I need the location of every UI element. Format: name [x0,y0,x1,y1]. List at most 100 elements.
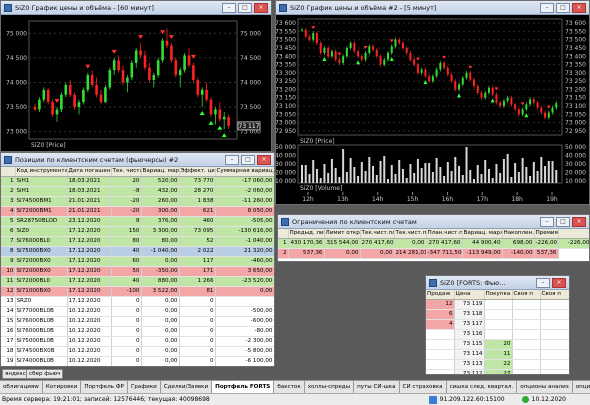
workspace-tab[interactable]: Сделки/Заявки [160,381,213,393]
chart-window-5min[interactable]: SiZ0 График цены и объёма #2 - [5 минут]… [275,0,590,205]
table-row[interactable]: 12 SI71000BX0 17.12.2020 -100 3 522,00 81 0,00 [1,286,274,297]
workspace-tab[interactable]: путы СИ-шка [354,381,400,393]
table-row[interactable]: 7 SI76000BL0 17.12.2020 80 80,00 52 -1 040,00 [1,236,274,247]
close-button[interactable]: × [254,2,268,13]
table-row[interactable]: 1 430 170,36 315 544,00 270 417,60 0,00 270 4… [278,238,589,249]
limits-table[interactable]: Предыд. лимитЛимит откр. поз.Тек.чист.по… [278,229,589,259]
column-header[interactable]: Тек. чистая поз. [111,167,142,177]
column-header[interactable]: Тек.чист.поз. [360,229,395,239]
chart-window-titlebar[interactable]: SiZ0 График цены и объёма #2 - [5 минут]… [276,1,589,15]
close-button[interactable]: × [572,2,586,13]
column-header[interactable] [558,229,589,239]
table-row[interactable]: 9 SI72000BX0 17.12.2020 60 0,00 117 -460,00 [1,256,274,267]
table-cell: 0,00 [141,336,180,347]
limits-titlebar[interactable]: Ограничения по клиентским счетам – □ × [278,215,589,229]
chart-window-titlebar[interactable]: SiZ0 График цены и объёма - [60 минут] –… [1,1,271,15]
column-header[interactable]: Эффект. цена [179,167,216,177]
minimize-button[interactable]: – [222,2,236,13]
workspace-tab[interactable]: облигацияw [0,381,43,393]
column-header[interactable]: Код инструмента [15,167,68,177]
table-row[interactable]: 17 SI75000BL0B 10.12.2020 0 0,00 0 -2 300,00 [1,336,274,347]
order-book-row[interactable]: 4 73 117 [426,319,569,330]
close-button[interactable]: × [572,216,586,227]
column-header[interactable]: Предыд. лимит [288,229,325,239]
table-row[interactable]: 19 SI74000BL0B 10.12.2020 0 0,00 0 -6 100,00 [1,356,274,366]
price-volume-chart-5min[interactable]: 73 600 73 600 73 550 73 550 73 500 73 500 73 4… [276,15,589,204]
table-row[interactable]: 6 SiZ0 17.12.2020 150 3 300,00 73 095 -130 616… [1,226,274,237]
table-row[interactable]: 15 SI76000BL0B 10.12.2020 0 0,00 0 -600,00 [1,316,274,327]
column-header[interactable]: Своя п [512,290,541,300]
table-row[interactable]: 1 SiH1 18.03.2021 20 520,00 73 770 -17 060,00 [1,176,274,187]
table-row[interactable]: 2 SiH1 18.03.2021 -8 432,00 28 270 -2 060,00 [1,186,274,197]
order-book-row[interactable]: 12 73 119 [426,299,569,310]
positions-table[interactable]: Код инструментаДата погашенияТек. чистая… [1,167,274,366]
column-header[interactable]: Продаж [426,290,455,300]
column-header[interactable]: Накоплен. доход [502,229,535,239]
workspace-tab[interactable]: СИ страховка [399,381,447,393]
table-row[interactable]: 11 SI72000BL0 17.12.2020 40 880,00 1 266 -23 5… [1,276,274,287]
positions-titlebar[interactable]: Позиции по клиентским счетам (фьючерсы) … [1,153,274,167]
table-row[interactable]: 5 SR28750BLOD 23.12.2020 8 376,00 460 -505,00 [1,216,274,227]
window-tab-yandex[interactable]: яндекс [2,369,29,379]
column-header[interactable]: Дата погашения [67,167,112,177]
column-header[interactable]: Лимит откр. поз. [324,229,361,239]
column-header[interactable]: Своя п [540,290,569,300]
maximize-button[interactable]: □ [238,2,252,13]
order-book-window[interactable]: SiZ0 [FORTS: Фью... – × Продаж Цена Покупка… [425,275,570,375]
workspace-tab[interactable]: Портфель ФР [81,381,128,393]
column-header[interactable]: Суммарная вариац. [215,167,274,177]
order-book-titlebar[interactable]: SiZ0 [FORTS: Фью... – × [426,276,569,290]
minimize-button[interactable]: – [536,277,550,288]
column-header[interactable]: Вариац. маржа [462,229,503,239]
workspace-tab[interactable]: сишка след. квартал. [446,381,518,393]
price-chart-60min[interactable]: 75 000 75 000 74 500 74 500 74 000 74 000 73 5… [1,15,271,151]
table-cell: 40 [111,246,142,257]
workspace-tab[interactable]: баксток [274,381,305,393]
limits-window[interactable]: Ограничения по клиентским счетам – □ × Пре… [277,214,590,262]
close-button[interactable]: × [257,154,271,165]
order-book-row[interactable]: 73 116 [426,329,569,340]
workspace-tab[interactable]: Графики [127,381,161,393]
column-header[interactable]: Тек.чист.поз. ( [394,229,427,239]
volume-bar [327,173,330,183]
chart-window-60min[interactable]: SiZ0 График цены и объёма - [60 минут] –… [0,0,272,152]
order-book-table[interactable]: Продаж Цена Покупка Своя п Своя п 12 73 119 6 7… [426,290,569,374]
table-row[interactable]: 8 SI75000BX0 17.12.2020 40 -1 040,00 2 022 21 … [1,246,274,257]
window-tab-sber[interactable]: сбер фьюч [26,369,64,379]
order-book-row[interactable]: 73 115 20 [426,339,569,350]
positions-window[interactable]: Позиции по клиентским счетам (фьючерсы) … [0,152,275,367]
row-number-header[interactable] [1,167,16,177]
table-row[interactable]: 10 SI72000BX0 17.12.2020 50 -350,00 171 3 650,… [1,266,274,277]
order-book-row[interactable]: 6 73 118 [426,309,569,320]
table-row[interactable]: 3 SI74500BM1 21.01.2021 -20 260,00 1 838 -11 2… [1,196,274,207]
column-header[interactable]: Вариац. маржа [141,167,180,177]
workspace-tab[interactable]: Котировки [42,381,82,393]
maximize-button[interactable]: □ [241,154,255,165]
minimize-button[interactable]: – [540,2,554,13]
table-cell: 270 417,60 [426,238,463,249]
order-book-row[interactable]: 73 112 27 [426,369,569,374]
table-row[interactable]: 14 SI77000BL0B 10.12.2020 0 0,00 0 -500,00 [1,306,274,317]
table-row[interactable]: 2 537,36 0,00 0,00 214 281,01 -347 711,50 -113… [278,248,589,259]
table-row[interactable]: 18 SI74500BX0B 10.12.2020 0 0,00 0 -5 800,00 [1,346,274,357]
column-header[interactable]: Покупка [484,290,513,300]
table-row[interactable]: 4 SI72000BM1 21.01.2021 -20 300,00 621 8 050,0… [1,206,274,217]
table-row[interactable]: 13 SRZ0 17.12.2020 0 0,00 0 [1,296,274,307]
close-button[interactable]: × [552,277,566,288]
workspace-tab[interactable]: холлы-спреды [304,381,355,393]
table-row[interactable]: 16 SI76000BL0B 10.12.2020 0 0,00 0 -80,00 [1,326,274,337]
minimize-button[interactable]: – [225,154,239,165]
workspace-tab[interactable]: Портфель FORTS [212,381,275,393]
workspace-tab[interactable]: опционы анализ [517,381,573,393]
column-header[interactable]: Цена [454,290,485,300]
workspace-tab[interactable]: опционы РТС [572,381,590,393]
column-header[interactable]: План.чист.поз. [426,229,463,239]
maximize-button[interactable]: □ [556,2,570,13]
row-number-header[interactable] [278,229,289,239]
table-cell: 0,00 [141,306,180,317]
order-book-row[interactable]: 73 113 22 [426,359,569,370]
maximize-button[interactable]: □ [556,216,570,227]
order-book-row[interactable]: 73 114 11 [426,349,569,360]
column-header[interactable]: Премия [534,229,559,239]
minimize-button[interactable]: – [540,216,554,227]
